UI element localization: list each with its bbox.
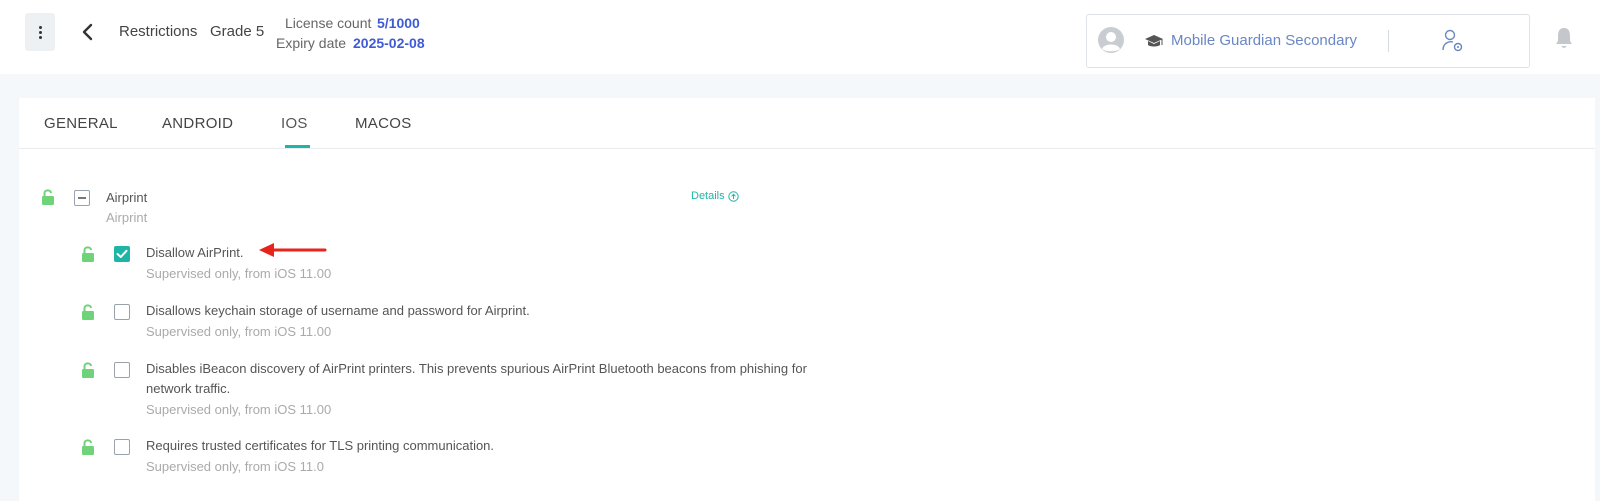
restriction-title: Disallows keychain storage of username a… <box>146 303 530 318</box>
restriction-checkbox[interactable] <box>114 304 130 320</box>
back-arrow-icon[interactable] <box>80 22 96 42</box>
annotation-arrow-icon <box>259 243 327 257</box>
restriction-subtitle: Supervised only, from iOS 11.00 <box>146 402 332 417</box>
bell-icon[interactable] <box>1554 26 1574 50</box>
expiry-date-value: 2025-02-08 <box>353 35 425 51</box>
details-link[interactable]: Details <box>691 190 739 202</box>
unlock-icon[interactable] <box>41 188 55 206</box>
dot <box>38 30 42 34</box>
chevron-up-circle-icon <box>727 190 739 202</box>
unlock-icon[interactable] <box>81 245 95 263</box>
restriction-subtitle: Supervised only, from iOS 11.00 <box>146 324 332 339</box>
top-bar: Restrictions Grade 5 License count 5/100… <box>0 0 1600 74</box>
divider <box>1388 30 1389 52</box>
collapse-group-toggle[interactable] <box>74 190 90 206</box>
dot <box>38 35 42 39</box>
restrictions-panel: GENERAL ANDROID IOS MACOS Airprint Airpr… <box>19 98 1595 501</box>
more-menu-button[interactable] <box>25 13 55 51</box>
group-subtitle: Airprint <box>106 210 148 225</box>
user-settings-icon[interactable] <box>1441 28 1465 54</box>
active-tab-indicator <box>285 145 310 148</box>
check-icon <box>116 249 128 258</box>
graduation-cap-icon <box>1145 35 1163 47</box>
restriction-checkbox[interactable] <box>114 439 130 455</box>
restriction-checkbox[interactable] <box>114 362 130 378</box>
dot <box>38 25 42 29</box>
tab-general[interactable]: GENERAL <box>44 115 118 132</box>
restriction-checkbox-checked[interactable] <box>114 246 130 262</box>
restriction-title: Requires trusted certificates for TLS pr… <box>146 438 495 453</box>
restriction-title: Disallow AirPrint. <box>146 245 244 260</box>
user-avatar-icon <box>1098 27 1124 53</box>
group-name: Grade 5 <box>210 23 265 40</box>
restriction-subtitle: Supervised only, from iOS 11.0 <box>146 459 324 474</box>
details-label: Details <box>691 190 725 202</box>
tab-android[interactable]: ANDROID <box>162 115 233 132</box>
unlock-icon[interactable] <box>81 361 95 379</box>
restriction-title: Disables iBeacon discovery of AirPrint p… <box>146 361 807 396</box>
platform-tabs: GENERAL ANDROID IOS MACOS <box>19 98 1595 149</box>
tab-ios[interactable]: IOS <box>281 115 308 132</box>
tab-macos[interactable]: MACOS <box>355 115 412 132</box>
expiry-date-label: Expiry date <box>276 35 347 51</box>
license-count-label: License count <box>285 15 372 31</box>
account-switcher[interactable]: Mobile Guardian Secondary <box>1086 14 1530 68</box>
restriction-subtitle: Supervised only, from iOS 11.00 <box>146 266 332 281</box>
group-title: Airprint <box>106 190 148 205</box>
license-count-value: 5/1000 <box>377 15 420 31</box>
unlock-icon[interactable] <box>81 438 95 456</box>
unlock-icon[interactable] <box>81 303 95 321</box>
account-name[interactable]: Mobile Guardian Secondary <box>1171 32 1357 49</box>
page-title: Restrictions <box>119 23 198 40</box>
